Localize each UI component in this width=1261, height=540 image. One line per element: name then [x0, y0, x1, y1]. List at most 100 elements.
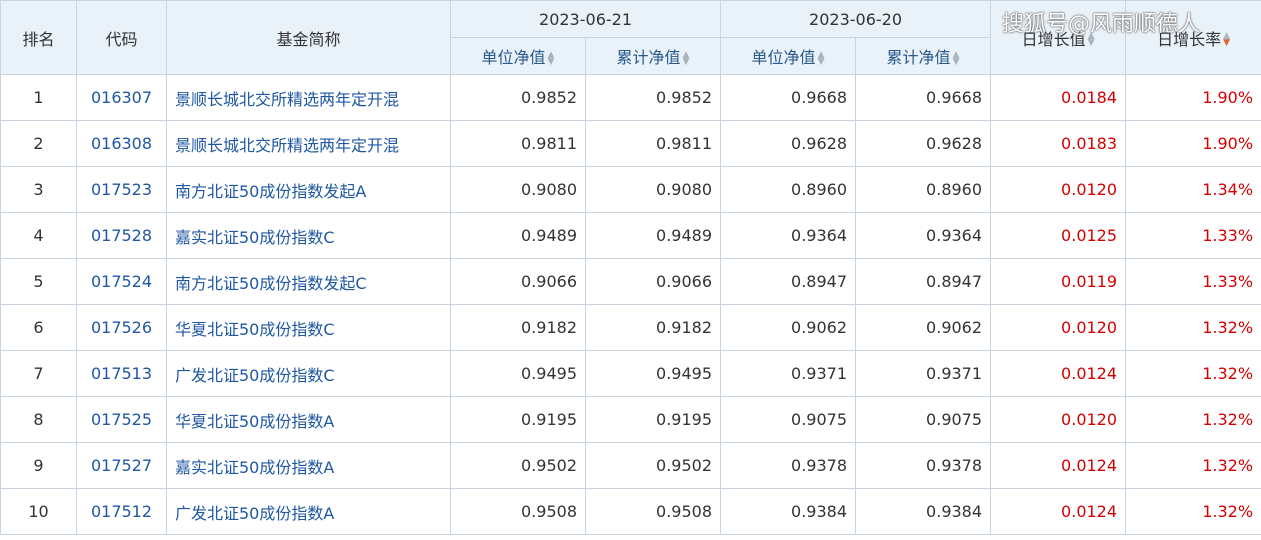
rank-cell: 10	[0, 488, 77, 535]
unit-nav-cell: 0.9066	[450, 258, 586, 305]
daily-rate-cell: 1.34%	[1125, 166, 1261, 213]
unit-nav-cell: 0.9852	[450, 74, 586, 121]
unit-nav-cell: 0.9628	[720, 120, 857, 167]
daily-growth-cell: 0.0124	[990, 442, 1127, 489]
acc-nav-header-1[interactable]: 累计净值 ▲ ▼	[584, 37, 722, 75]
acc-nav-cell: 0.9066	[584, 258, 722, 305]
acc-nav-cell: 0.9502	[584, 442, 722, 489]
fund-name-link[interactable]: 华夏北证50成份指数C	[166, 304, 451, 351]
acc-nav-cell: 0.9371	[855, 350, 992, 397]
table-row: 8 017525 华夏北证50成份指数A 0.9195 0.9195 0.9075 0.90…	[0, 396, 1261, 443]
daily-rate-cell: 1.33%	[1125, 258, 1261, 305]
rank-cell: 5	[0, 258, 77, 305]
table-body: 1 016307 景顺长城北交所精选两年定开混 0.9852 0.9852 0.9668 0…	[0, 74, 1261, 535]
fund-code-link[interactable]: 017526	[76, 304, 167, 351]
unit-nav-cell: 0.9371	[720, 350, 857, 397]
daily-growth-cell: 0.0124	[990, 350, 1127, 397]
date1-header: 2023-06-21	[449, 0, 722, 38]
acc-nav-cell: 0.8960	[855, 166, 992, 213]
fund-name-link[interactable]: 广发北证50成份指数C	[166, 350, 451, 397]
unit-nav-cell: 0.9195	[450, 396, 586, 443]
fund-name-link[interactable]: 嘉实北证50成份指数A	[166, 442, 451, 489]
acc-nav-cell: 0.9852	[584, 74, 722, 121]
unit-nav-header-1[interactable]: 单位净值 ▲ ▼	[450, 37, 586, 75]
unit-nav-cell: 0.9668	[720, 74, 857, 121]
acc-nav-cell: 0.9384	[855, 488, 992, 535]
fund-code-link[interactable]: 016308	[76, 120, 167, 167]
table-row: 2 016308 景顺长城北交所精选两年定开混 0.9811 0.9811 0.9628 0…	[0, 120, 1261, 167]
table-row: 10 017512 广发北证50成份指数A 0.9508 0.9508 0.9384 0.9…	[0, 488, 1261, 535]
fund-name-link[interactable]: 广发北证50成份指数A	[166, 488, 451, 535]
watermark: 搜狐号@风雨顺德人	[1002, 12, 1201, 37]
sort-icon[interactable]: ▲ ▼	[953, 50, 960, 66]
fund-name-link[interactable]: 华夏北证50成份指数A	[166, 396, 451, 443]
rank-header[interactable]: 排名	[0, 0, 77, 75]
daily-rate-cell: 1.33%	[1125, 212, 1261, 259]
rank-cell: 9	[0, 442, 77, 489]
daily-rate-cell: 1.32%	[1125, 488, 1261, 535]
unit-nav-cell: 0.9062	[720, 304, 857, 351]
fund-name-link[interactable]: 南方北证50成份指数发起A	[166, 166, 451, 213]
acc-nav-cell: 0.9495	[584, 350, 722, 397]
acc-nav-cell: 0.9075	[855, 396, 992, 443]
fund-code-link[interactable]: 017512	[76, 488, 167, 535]
name-header[interactable]: 基金简称	[166, 0, 451, 75]
daily-rate-cell: 1.90%	[1125, 120, 1261, 167]
unit-nav-cell: 0.8947	[720, 258, 857, 305]
unit-nav-cell: 0.9495	[450, 350, 586, 397]
acc-nav-cell: 0.8947	[855, 258, 992, 305]
daily-growth-cell: 0.0120	[990, 304, 1127, 351]
daily-growth-cell: 0.0124	[990, 488, 1127, 535]
fund-code-link[interactable]: 017524	[76, 258, 167, 305]
table-row: 3 017523 南方北证50成份指数发起A 0.9080 0.9080 0.8960 0.…	[0, 166, 1261, 213]
unit-nav-label-2: 单位净值	[751, 48, 816, 67]
table-row: 6 017526 华夏北证50成份指数C 0.9182 0.9182 0.9062 0.90…	[0, 304, 1261, 351]
unit-nav-cell: 0.9502	[450, 442, 586, 489]
daily-rate-cell: 1.32%	[1125, 442, 1261, 489]
fund-name-link[interactable]: 景顺长城北交所精选两年定开混	[166, 120, 451, 167]
rank-cell: 2	[0, 120, 77, 167]
fund-code-link[interactable]: 016307	[76, 74, 167, 121]
daily-rate-cell: 1.90%	[1125, 74, 1261, 121]
daily-growth-cell: 0.0183	[990, 120, 1127, 167]
unit-nav-cell: 0.9489	[450, 212, 586, 259]
acc-nav-cell: 0.9811	[584, 120, 722, 167]
rank-cell: 6	[0, 304, 77, 351]
acc-nav-header-2[interactable]: 累计净值 ▲ ▼	[855, 37, 992, 75]
fund-code-link[interactable]: 017527	[76, 442, 167, 489]
acc-nav-cell: 0.9182	[584, 304, 722, 351]
daily-rate-cell: 1.32%	[1125, 304, 1261, 351]
unit-nav-header-2[interactable]: 单位净值 ▲ ▼	[720, 37, 857, 75]
unit-nav-cell: 0.9384	[720, 488, 857, 535]
fund-name-link[interactable]: 景顺长城北交所精选两年定开混	[166, 74, 451, 121]
code-header[interactable]: 代码	[76, 0, 167, 75]
unit-nav-cell: 0.9378	[720, 442, 857, 489]
acc-nav-cell: 0.9195	[584, 396, 722, 443]
date2-header: 2023-06-20	[720, 0, 992, 38]
rank-cell: 4	[0, 212, 77, 259]
acc-nav-label-2: 累计净值	[886, 48, 951, 67]
fund-code-link[interactable]: 017528	[76, 212, 167, 259]
rank-cell: 3	[0, 166, 77, 213]
unit-nav-cell: 0.9364	[720, 212, 857, 259]
sort-desc-active-icon[interactable]: ▲ ▼	[1223, 32, 1230, 48]
sort-icon[interactable]: ▲ ▼	[548, 50, 555, 66]
acc-nav-cell: 0.9364	[855, 212, 992, 259]
rank-cell: 1	[0, 74, 77, 121]
unit-nav-cell: 0.9080	[450, 166, 586, 213]
fund-code-link[interactable]: 017525	[76, 396, 167, 443]
sort-icon[interactable]: ▲ ▼	[818, 50, 825, 66]
sort-icon[interactable]: ▲ ▼	[683, 50, 690, 66]
acc-nav-cell: 0.9628	[855, 120, 992, 167]
table-row: 4 017528 嘉实北证50成份指数C 0.9489 0.9489 0.9364 0.93…	[0, 212, 1261, 259]
unit-nav-cell: 0.9811	[450, 120, 586, 167]
table-row: 1 016307 景顺长城北交所精选两年定开混 0.9852 0.9852 0.9668 0…	[0, 74, 1261, 121]
fund-name-link[interactable]: 南方北证50成份指数发起C	[166, 258, 451, 305]
daily-growth-cell: 0.0120	[990, 396, 1127, 443]
daily-growth-cell: 0.0184	[990, 74, 1127, 121]
acc-nav-cell: 0.9489	[584, 212, 722, 259]
fund-code-link[interactable]: 017513	[76, 350, 167, 397]
fund-name-link[interactable]: 嘉实北证50成份指数C	[166, 212, 451, 259]
fund-code-link[interactable]: 017523	[76, 166, 167, 213]
unit-nav-cell: 0.9075	[720, 396, 857, 443]
